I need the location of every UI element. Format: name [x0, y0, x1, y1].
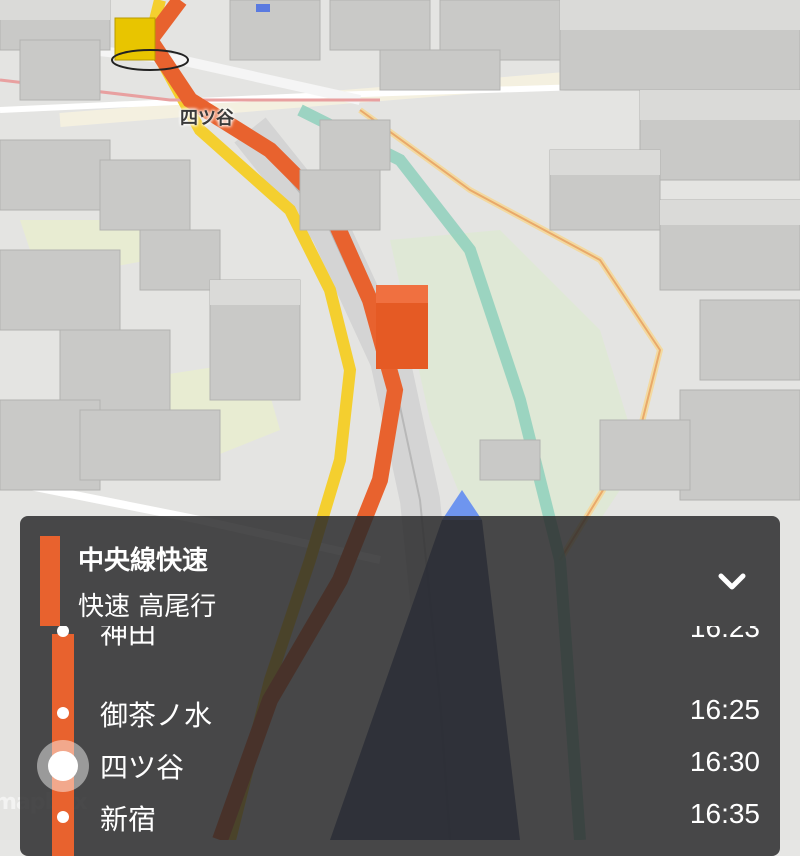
map-station-label: 四ツ谷: [180, 108, 234, 129]
stop-time: 16:25: [689, 694, 760, 725]
stop-dot: [57, 811, 69, 823]
stop-name: 新宿: [100, 803, 157, 836]
stop-dot: [57, 707, 69, 719]
stop-name: 四ツ谷: [100, 751, 185, 784]
collapse-button[interactable]: [710, 560, 754, 604]
stop-time: 16:30: [689, 746, 760, 777]
stop-name: 神田: [100, 626, 157, 650]
stop-row-current[interactable]: 四ツ谷 16:30: [20, 740, 780, 792]
stop-list: 神田 16:23 御茶ノ水 16:25 四ツ谷 16:30 新宿 16:35: [20, 626, 780, 856]
stop-row[interactable]: 御茶ノ水 16:25: [20, 688, 780, 738]
line-name: 中央線快速: [78, 546, 209, 576]
stop-time: 16:23: [689, 626, 760, 643]
stop-time: 16:35: [689, 798, 760, 829]
train-info-panel: 中央線快速 快速 高尾行 神田 16:23 御茶ノ水 16:25 四ツ谷 16:…: [20, 516, 780, 856]
line-color-swatch: [40, 536, 60, 626]
current-stop-marker: [37, 740, 89, 792]
stop-name: 御茶ノ水: [100, 699, 213, 732]
stop-row[interactable]: 新宿 16:35: [20, 792, 780, 842]
train-destination: 快速 高尾行: [78, 592, 217, 622]
stop-dot: [57, 626, 69, 637]
stop-row[interactable]: 神田 16:23: [20, 626, 780, 656]
chevron-down-icon: [718, 573, 746, 590]
